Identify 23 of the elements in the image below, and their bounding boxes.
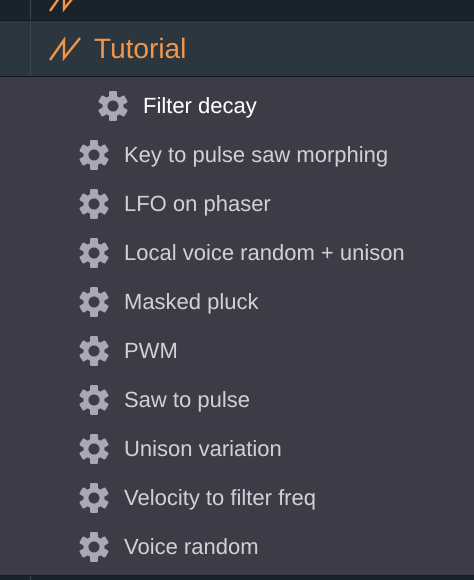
preset-item[interactable]: Velocity to filter freq — [0, 473, 474, 522]
preset-item[interactable]: Masked pluck — [0, 277, 474, 326]
waveform-icon — [48, 36, 82, 62]
gear-icon — [78, 138, 110, 170]
preset-item[interactable]: Local voice random + unison — [0, 228, 474, 277]
gear-icon — [78, 334, 110, 366]
preset-item[interactable]: Filter decay — [0, 81, 474, 130]
preset-item[interactable]: Saw to pulse — [0, 375, 474, 424]
gear-icon — [78, 482, 110, 514]
preset-item[interactable]: Voice random — [0, 522, 474, 571]
gear-icon — [78, 286, 110, 318]
preset-item[interactable]: PWM — [0, 326, 474, 375]
gear-icon — [78, 236, 110, 268]
preset-item[interactable]: Key to pulse saw morphing — [0, 130, 474, 179]
gear-icon — [78, 384, 110, 416]
gear-icon — [78, 432, 110, 464]
folder-label: Tutorial — [94, 34, 186, 62]
preset-item[interactable]: Unison variation — [0, 424, 474, 473]
gear-icon — [97, 90, 129, 122]
preset-item[interactable]: LFO on phaser — [0, 179, 474, 228]
gear-icon — [78, 188, 110, 220]
folder-row[interactable]: Tutorial — [0, 21, 474, 77]
gear-icon — [78, 530, 110, 562]
